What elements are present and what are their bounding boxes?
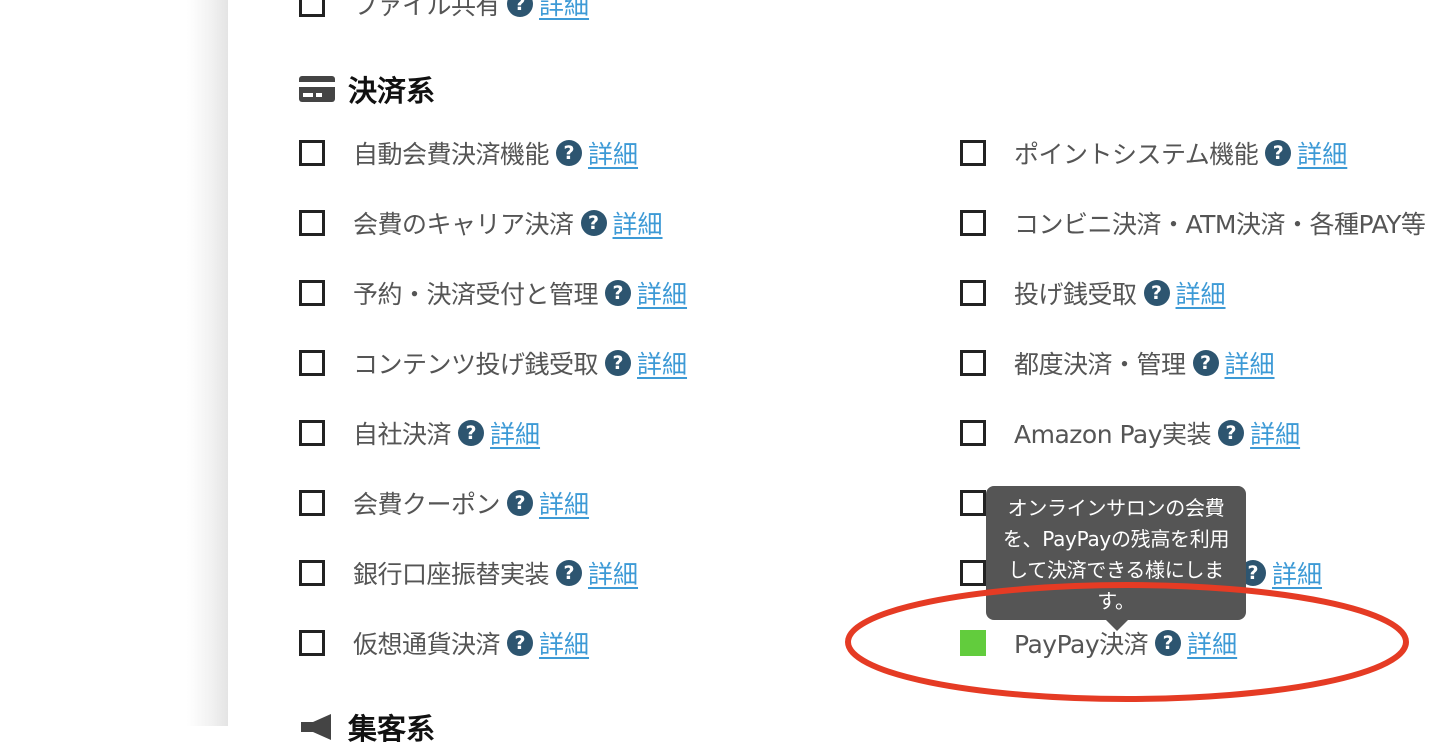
section-title-text: 決済系 — [348, 74, 436, 108]
help-icon[interactable]: ? — [1143, 280, 1170, 306]
help-tooltip: オンラインサロンの会費を、PayPayの残高を利用して決済できる様にします。 — [986, 486, 1246, 620]
help-icon[interactable]: ? — [507, 0, 534, 17]
help-icon[interactable]: ? — [1192, 350, 1219, 376]
checkbox[interactable] — [299, 210, 325, 236]
checkbox[interactable] — [960, 280, 986, 306]
option-bank-transfer: 銀行口座振替実装 ? 詳細 — [299, 555, 638, 591]
checkbox[interactable] — [299, 350, 325, 376]
detail-link[interactable]: 詳細 — [613, 205, 663, 241]
option-label: ポイントシステム機能 — [1014, 140, 1259, 169]
checkbox-checked[interactable] — [960, 630, 986, 656]
option-label: コンビニ決済・ATM決済・各種PAY等 — [1014, 210, 1426, 239]
option-per-use-payment: 都度決済・管理 ? 詳細 — [960, 345, 1275, 381]
option-amazon-pay: Amazon Pay実装 ? 詳細 — [960, 415, 1300, 451]
help-icon[interactable]: ? — [1155, 630, 1182, 656]
section-title-text: 集客系 — [348, 712, 436, 746]
detail-link[interactable]: 詳細 — [637, 345, 687, 381]
help-icon[interactable]: ? — [507, 490, 534, 516]
help-icon[interactable]: ? — [507, 630, 534, 656]
option-label: 会費クーポン — [353, 490, 501, 519]
option-auto-fee-payment: 自動会費決済機能 ? 詳細 — [299, 135, 638, 171]
checkbox[interactable] — [299, 140, 325, 166]
option-label: 予約・決済受付と管理 — [353, 280, 599, 309]
checkbox[interactable] — [299, 630, 325, 656]
option-label: 都度決済・管理 — [1014, 350, 1186, 379]
checkbox[interactable] — [299, 560, 325, 586]
page-gutter — [0, 0, 228, 726]
option-in-house-payment: 自社決済 ? 詳細 — [299, 415, 540, 451]
help-icon[interactable]: ? — [458, 420, 485, 446]
detail-link[interactable]: 詳細 — [1225, 345, 1275, 381]
detail-link[interactable]: 詳細 — [1297, 135, 1347, 171]
checkbox[interactable] — [299, 0, 325, 17]
detail-link[interactable]: 詳細 — [588, 555, 638, 591]
help-icon[interactable]: ? — [605, 350, 632, 376]
tooltip-arrow — [1106, 620, 1128, 631]
detail-link[interactable]: 詳細 — [1176, 275, 1226, 311]
option-content-tipping: コンテンツ投げ銭受取 ? 詳細 — [299, 345, 687, 381]
option-file-share: ファイル共有 ? 詳細 — [299, 0, 589, 22]
checkbox[interactable] — [960, 350, 986, 376]
option-paypay-payment: PayPay決済 ? 詳細 — [960, 625, 1237, 661]
checkbox[interactable] — [299, 490, 325, 516]
checkbox[interactable] — [299, 420, 325, 446]
option-label: 自動会費決済機能 — [353, 140, 550, 169]
option-tipping: 投げ銭受取 ? 詳細 — [960, 275, 1226, 311]
option-label: 会費のキャリア決済 — [353, 210, 574, 239]
option-convenience-store-payment: コンビニ決済・ATM決済・各種PAY等 — [960, 205, 1426, 241]
option-crypto-payment: 仮想通貨決済 ? 詳細 — [299, 625, 589, 661]
detail-link[interactable]: 詳細 — [490, 415, 540, 451]
detail-link[interactable]: 詳細 — [1250, 415, 1300, 451]
detail-link[interactable]: 詳細 — [588, 135, 638, 171]
checkbox[interactable] — [960, 210, 986, 236]
detail-link[interactable]: 詳細 — [1272, 555, 1322, 591]
help-icon[interactable]: ? — [556, 140, 583, 166]
option-point-system: ポイントシステム機能 ? 詳細 — [960, 135, 1347, 171]
section-title-marketing: 集客系 — [299, 706, 435, 748]
detail-link[interactable]: 詳細 — [637, 275, 687, 311]
help-icon[interactable]: ? — [605, 280, 632, 306]
option-carrier-payment: 会費のキャリア決済 ? 詳細 — [299, 205, 663, 241]
help-icon[interactable]: ? — [580, 210, 607, 236]
section-title-payment: 決済系 — [299, 68, 435, 110]
option-label: 銀行口座振替実装 — [353, 560, 550, 589]
checkbox[interactable] — [299, 280, 325, 306]
detail-link[interactable]: 詳細 — [539, 485, 589, 521]
option-label: PayPay決済 — [1014, 630, 1149, 659]
detail-link[interactable]: 詳細 — [539, 625, 589, 661]
option-label: ファイル共有 — [353, 0, 501, 20]
detail-link[interactable]: 詳細 — [1187, 625, 1237, 661]
help-icon[interactable]: ? — [1265, 140, 1292, 166]
option-label: コンテンツ投げ銭受取 — [353, 350, 599, 379]
option-label: 仮想通貨決済 — [353, 630, 501, 659]
option-reservation-payment: 予約・決済受付と管理 ? 詳細 — [299, 275, 687, 311]
help-icon[interactable]: ? — [1218, 420, 1245, 446]
option-label: 自社決済 — [353, 420, 452, 449]
option-label: Amazon Pay実装 — [1014, 420, 1212, 449]
credit-card-icon — [299, 76, 335, 102]
option-label: 投げ銭受取 — [1014, 280, 1137, 309]
option-fee-coupon: 会費クーポン ? 詳細 — [299, 485, 589, 521]
megaphone-icon — [301, 714, 331, 740]
help-icon[interactable]: ? — [556, 560, 583, 586]
checkbox[interactable] — [960, 490, 986, 516]
checkbox[interactable] — [960, 140, 986, 166]
detail-link[interactable]: 詳細 — [539, 0, 589, 22]
checkbox[interactable] — [960, 560, 986, 586]
checkbox[interactable] — [960, 420, 986, 446]
